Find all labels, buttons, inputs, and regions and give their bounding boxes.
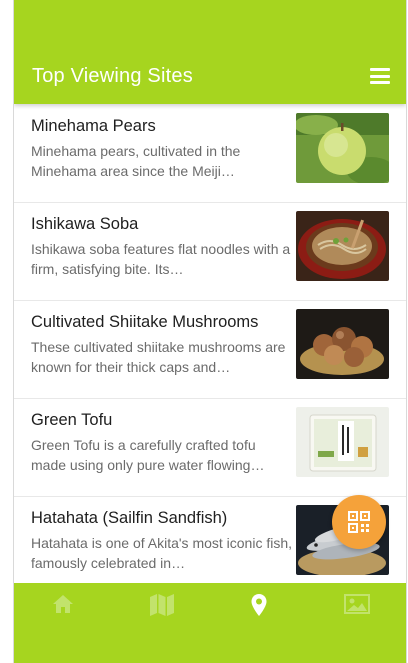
bottom-navigation	[14, 583, 406, 663]
app-header: Top Viewing Sites	[14, 0, 406, 104]
map-icon	[150, 594, 174, 616]
nav-home[interactable]	[43, 593, 83, 621]
item-description: Ishikawa soba features flat noodles with…	[31, 241, 291, 277]
tofu-thumbnail	[296, 407, 389, 477]
hamburger-menu-icon[interactable]	[370, 68, 390, 84]
nav-location[interactable]	[239, 593, 279, 621]
soba-thumbnail	[296, 211, 389, 281]
app-screen: Top Viewing Sites Minehama Pears Mineham…	[13, 0, 407, 663]
list-item[interactable]: Cultivated Shiitake Mushrooms These cult…	[14, 300, 406, 399]
page-title: Top Viewing Sites	[32, 65, 193, 87]
item-description: Minehama pears, cultivated in the Mineha…	[31, 143, 241, 179]
item-description: Hatahata is one of Akita's most iconic f…	[31, 535, 293, 571]
shiitake-thumbnail	[296, 309, 389, 379]
item-title: Cultivated Shiitake Mushrooms	[31, 313, 259, 331]
qr-code-icon	[348, 511, 370, 533]
nav-map[interactable]	[142, 593, 182, 621]
list-item[interactable]: Ishikawa Soba Ishikawa soba features fla…	[14, 202, 406, 301]
pear-thumbnail	[296, 113, 389, 183]
image-icon	[344, 594, 370, 614]
item-title: Hatahata (Sailfin Sandfish)	[31, 509, 228, 527]
item-description: These cultivated shiitake mushrooms are …	[31, 339, 286, 375]
item-description: Green Tofu is a carefully crafted tofu m…	[31, 437, 265, 473]
nav-gallery[interactable]	[337, 593, 377, 621]
location-pin-icon	[251, 594, 267, 616]
home-icon	[53, 595, 73, 613]
qr-scan-button[interactable]	[332, 495, 386, 549]
item-title: Minehama Pears	[31, 117, 156, 135]
list-item[interactable]: Minehama Pears Minehama pears, cultivate…	[14, 104, 406, 203]
item-title: Ishikawa Soba	[31, 215, 139, 233]
item-title: Green Tofu	[31, 411, 113, 429]
list-item[interactable]: Green Tofu Green Tofu is a carefully cra…	[14, 398, 406, 497]
